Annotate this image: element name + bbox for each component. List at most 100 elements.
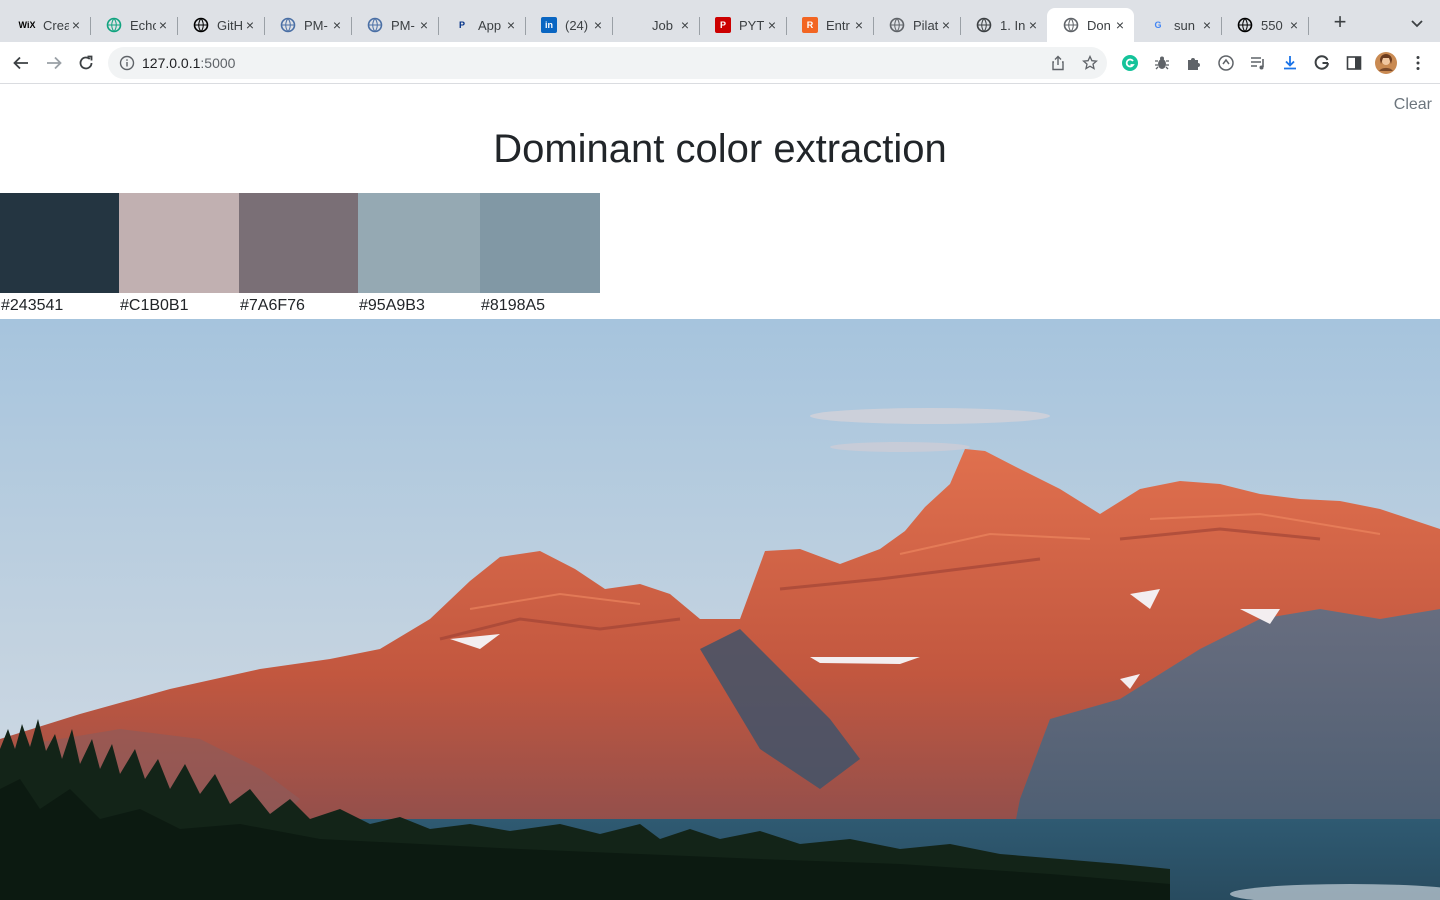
- tab-title: PM-: [304, 17, 328, 33]
- browser-tab[interactable]: Don ×: [1047, 8, 1134, 42]
- close-icon[interactable]: ×: [1112, 17, 1128, 33]
- close-icon[interactable]: ×: [329, 17, 345, 33]
- close-icon[interactable]: ×: [851, 17, 867, 33]
- doc-icon: [976, 17, 992, 33]
- new-tab-button[interactable]: +: [1330, 11, 1350, 33]
- color-swatch: #243541: [0, 193, 119, 319]
- tab-title: PYT: [739, 17, 765, 33]
- more-vert-icon: [1416, 56, 1420, 70]
- tab-strip: WiXCrea×Echo×GitH×PM-×PM-×PApp×in(24)×Jo…: [0, 0, 1440, 42]
- pilates-icon: [889, 17, 905, 33]
- url-text: 127.0.0.1:5000: [142, 55, 235, 71]
- google-icon: G: [1154, 20, 1162, 30]
- tab-title: (24): [565, 17, 589, 33]
- extensions-button[interactable]: [1185, 54, 1203, 72]
- close-icon[interactable]: ×: [1025, 17, 1041, 33]
- forward-button[interactable]: [43, 52, 65, 74]
- address-bar[interactable]: 127.0.0.1:5000: [108, 47, 1107, 79]
- unsplash-icon: [1237, 17, 1253, 33]
- close-icon[interactable]: ×: [416, 17, 432, 33]
- browser-toolbar: 127.0.0.1:5000: [0, 42, 1440, 84]
- browser-tab[interactable]: R Entr ×: [786, 8, 874, 42]
- page-content: Clear Dominant color extraction #243541 #…: [0, 85, 1440, 900]
- browser-tab[interactable]: 550 ×: [1221, 8, 1309, 42]
- browser-tab[interactable]: P PYT ×: [699, 8, 787, 42]
- r-icon: R: [802, 17, 818, 33]
- mountain-photo-image: [0, 319, 1440, 900]
- close-icon[interactable]: ×: [503, 17, 519, 33]
- tab-title: Crea: [43, 17, 69, 33]
- profile-avatar[interactable]: [1375, 52, 1397, 74]
- swatch-color-box: [119, 193, 239, 293]
- bug-extension[interactable]: [1153, 54, 1171, 72]
- globe-icon: [367, 17, 383, 33]
- close-icon[interactable]: ×: [764, 17, 780, 33]
- bookmark-star-icon[interactable]: [1082, 55, 1098, 71]
- tab-title: sun: [1174, 17, 1195, 33]
- tab-title: 550: [1261, 17, 1283, 33]
- grammarly-extension[interactable]: [1121, 54, 1139, 72]
- color-swatch: #C1B0B1: [119, 193, 239, 319]
- close-icon[interactable]: ×: [242, 17, 258, 33]
- swatch-hex-label: #C1B0B1: [120, 297, 189, 314]
- browser-tab[interactable]: PM- ×: [351, 8, 439, 42]
- globe-icon: [280, 17, 296, 33]
- reload-button[interactable]: [75, 52, 97, 74]
- media-controls-button[interactable]: [1249, 54, 1267, 72]
- back-button[interactable]: [10, 52, 32, 74]
- close-icon[interactable]: ×: [1199, 17, 1215, 33]
- tab-separator: [1308, 17, 1309, 35]
- tab-title: Don: [1087, 17, 1111, 33]
- browser-tab[interactable]: GitH ×: [177, 8, 265, 42]
- google-g-icon: [1314, 55, 1329, 70]
- browser-tab[interactable]: WiX Crea ×: [3, 8, 91, 42]
- site-info-icon[interactable]: [119, 55, 135, 71]
- close-icon[interactable]: ×: [938, 17, 954, 33]
- sync-extension[interactable]: [1217, 54, 1235, 72]
- browser-tab[interactable]: in (24) ×: [525, 8, 613, 42]
- share-icon[interactable]: [1050, 55, 1066, 71]
- clear-link[interactable]: Clear: [1394, 96, 1432, 114]
- close-icon[interactable]: ×: [1286, 17, 1302, 33]
- browser-tab[interactable]: Echo×: [90, 8, 178, 42]
- color-swatch: #95A9B3: [358, 193, 480, 319]
- swatch-hex-label: #8198A5: [481, 297, 546, 314]
- tab-title: Pilat: [913, 17, 939, 33]
- browser-tab[interactable]: Pilat ×: [873, 8, 961, 42]
- avatar-icon: [1375, 52, 1397, 74]
- paypal-icon: P: [458, 20, 465, 30]
- tab-search-icon[interactable]: [1408, 14, 1426, 32]
- browser-menu-button[interactable]: [1409, 54, 1427, 72]
- tab-title: Echo: [130, 17, 156, 33]
- swatch-hex-label: #95A9B3: [359, 297, 425, 314]
- browser-tab[interactable]: 1. In ×: [960, 8, 1048, 42]
- pyt-icon: P: [715, 17, 731, 33]
- wix-icon: WiX: [18, 20, 36, 30]
- downloads-button[interactable]: [1281, 54, 1299, 72]
- tab-title: App: [478, 17, 502, 33]
- url-host: 127.0.0.1: [142, 55, 201, 71]
- arrow-left-icon: [13, 56, 28, 70]
- swatch-hex-label: #243541: [1, 297, 64, 314]
- browser-tab[interactable]: Gsun ×: [1134, 8, 1222, 42]
- url-port: :5000: [200, 55, 236, 71]
- refresh-circle-icon: [1218, 55, 1234, 71]
- browser-tab[interactable]: PM- ×: [264, 8, 352, 42]
- google-extension[interactable]: [1313, 54, 1331, 72]
- tab-title: Entr: [826, 17, 850, 33]
- globe-icon: [1063, 17, 1079, 33]
- swatch-color-box: [358, 193, 480, 293]
- grammarly-icon: [1122, 55, 1138, 71]
- browser-tab[interactable]: P App ×: [438, 8, 526, 42]
- close-icon[interactable]: ×: [590, 17, 606, 33]
- bug-icon: [1155, 56, 1169, 70]
- close-icon[interactable]: ×: [677, 17, 693, 33]
- browser-tab[interactable]: Job ×: [612, 8, 700, 42]
- close-icon[interactable]: ×: [68, 17, 84, 33]
- color-swatch: #8198A5: [480, 193, 600, 319]
- uploaded-image: [0, 319, 1440, 900]
- blank-icon: [628, 17, 644, 33]
- close-icon[interactable]: ×: [155, 17, 171, 33]
- swatch-color-box: [239, 193, 358, 293]
- side-panel-button[interactable]: [1345, 54, 1363, 72]
